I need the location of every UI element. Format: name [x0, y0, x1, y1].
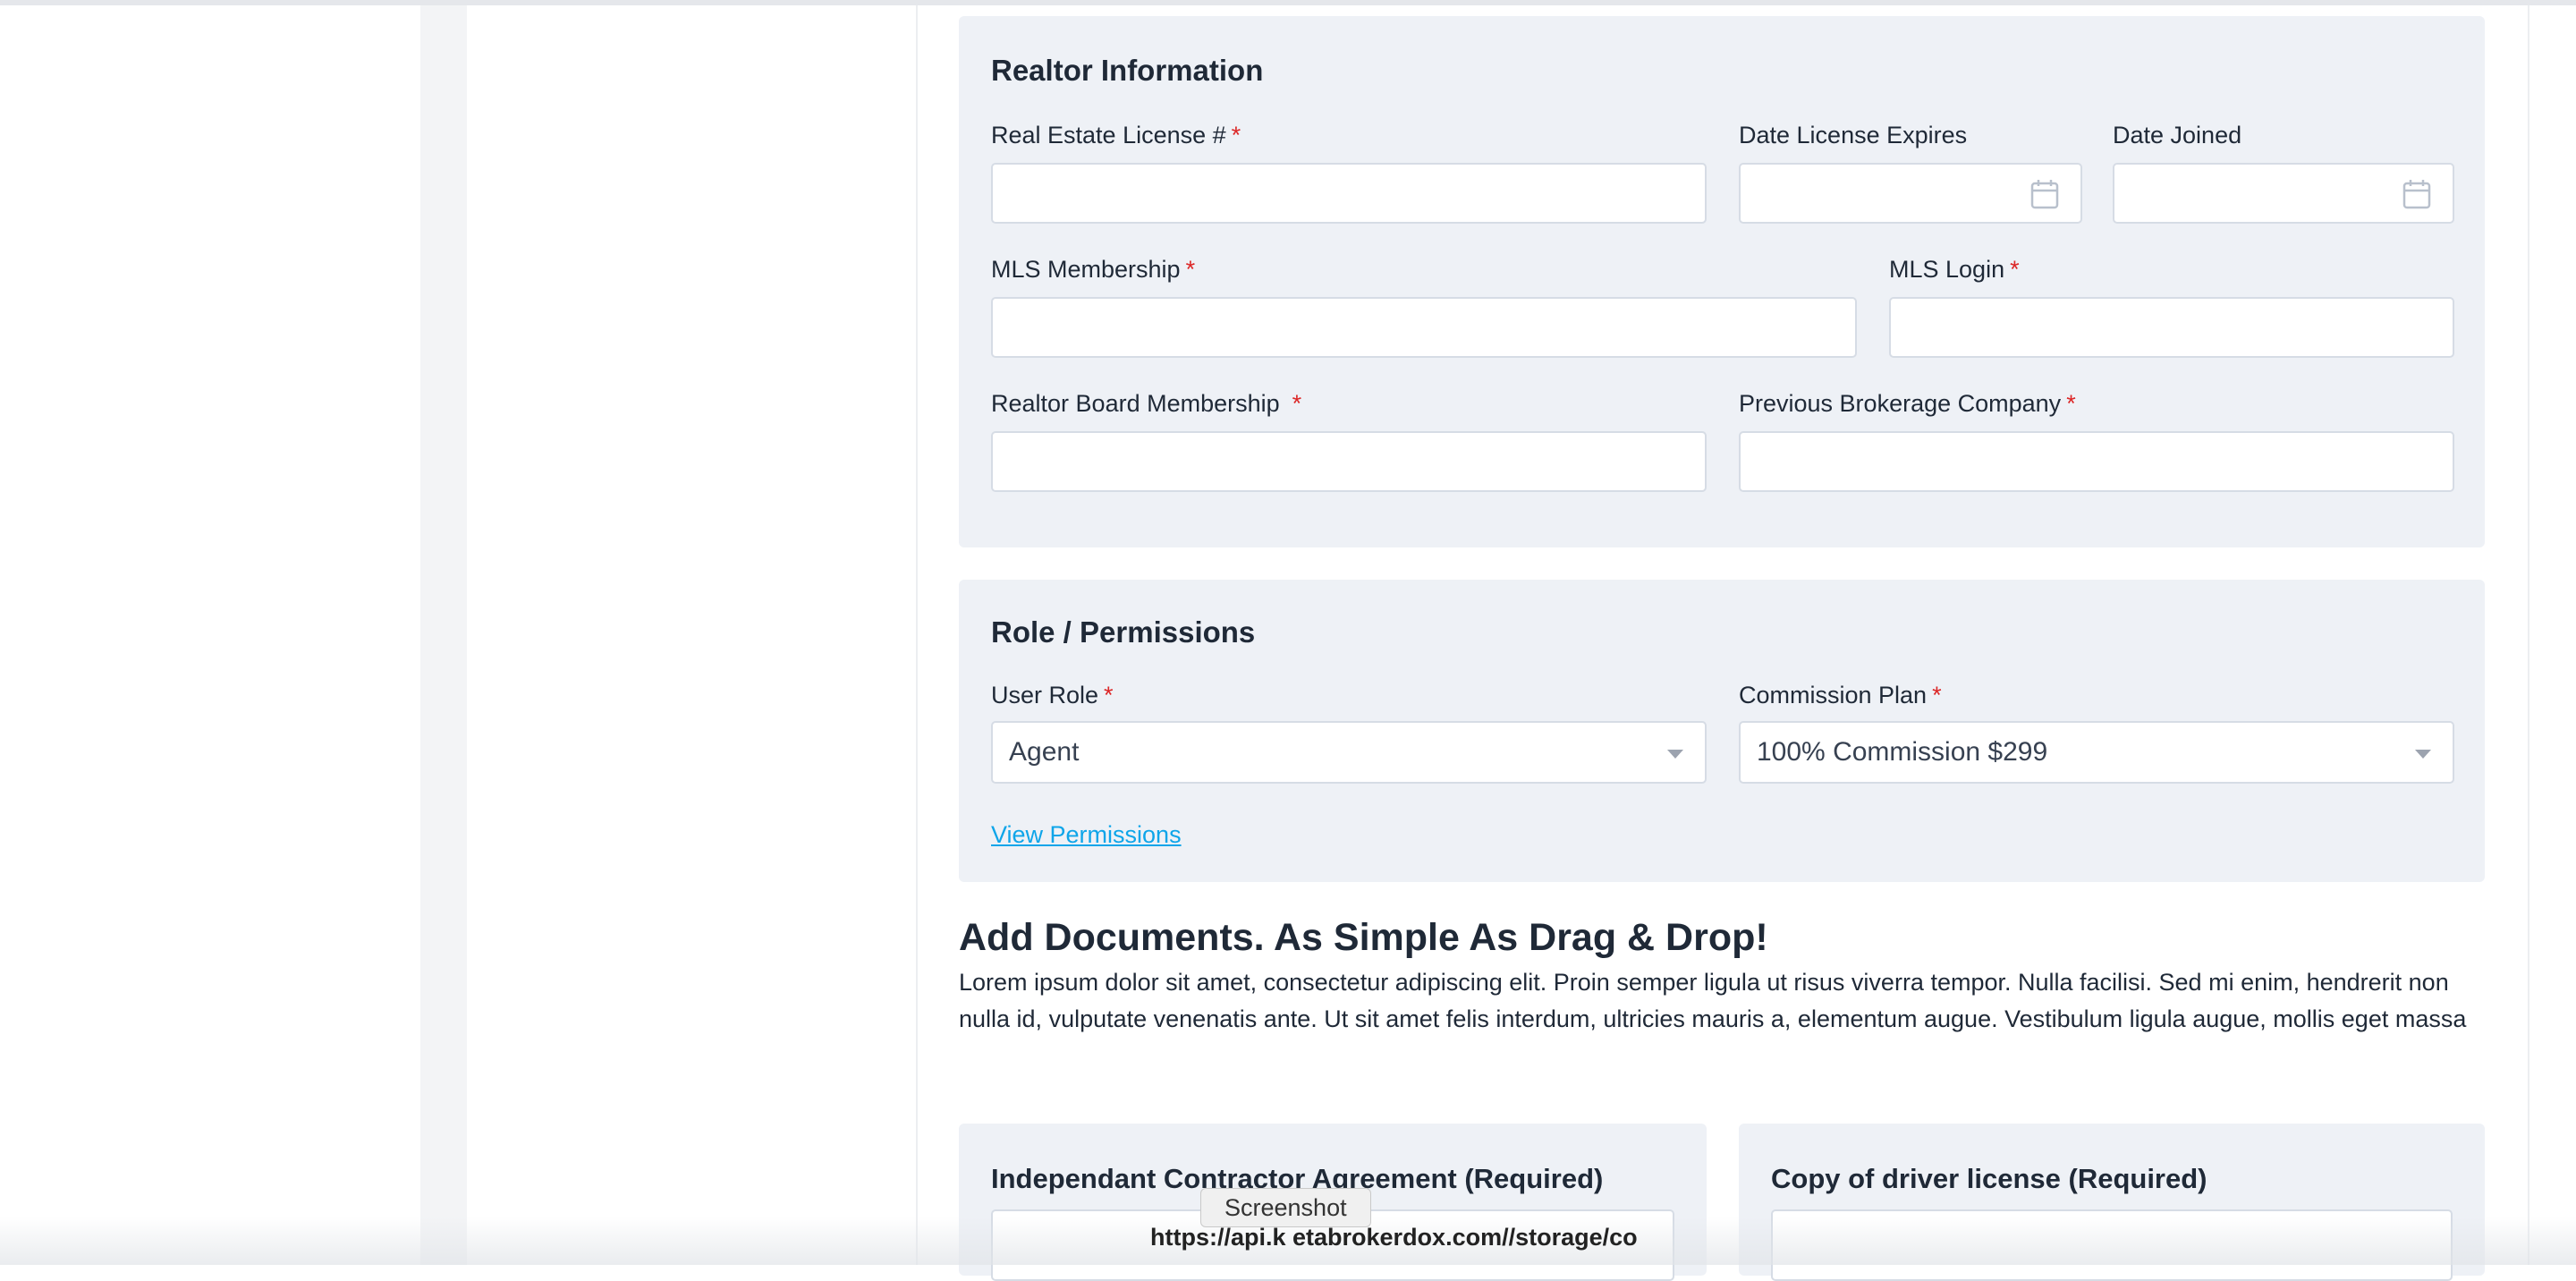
mls-login-input[interactable] [1889, 297, 2454, 358]
required-mark: * [2066, 390, 2076, 417]
chevron-down-icon [1667, 750, 1683, 759]
mls-login-label: MLS Login * [1889, 256, 2020, 283]
screenshot-tooltip: Screenshot [1200, 1188, 1371, 1227]
user-role-select[interactable]: Agent [991, 721, 1707, 784]
realtor-information-panel: Realtor Information Real Estate License … [959, 16, 2485, 547]
required-mark: * [1104, 682, 1114, 708]
side-column [467, 5, 918, 1265]
role-permissions-panel: Role / Permissions User Role * Agent Comm… [959, 580, 2485, 882]
documents-heading: Add Documents. As Simple As Drag & Drop! [959, 916, 1768, 959]
role-permissions-title: Role / Permissions [991, 615, 1256, 649]
date-joined-input[interactable] [2113, 163, 2454, 224]
main-content: Realtor Information Real Estate License … [918, 5, 2528, 1281]
board-membership-label: Realtor Board Membership * [991, 390, 1302, 417]
mls-membership-label: MLS Membership * [991, 256, 1196, 283]
chevron-down-icon [2415, 750, 2431, 759]
license-expires-input[interactable] [1739, 163, 2082, 224]
user-role-selected-value: Agent [1009, 737, 1080, 767]
view-permissions-link[interactable]: View Permissions [991, 821, 1182, 849]
commission-plan-selected-value: 100% Commission $299 [1757, 737, 2048, 767]
calendar-icon[interactable] [2402, 179, 2431, 209]
commission-plan-label: Commission Plan * [1739, 682, 1942, 708]
user-role-label: User Role * [991, 682, 1114, 708]
required-mark: * [1292, 390, 1302, 417]
driver-license-card[interactable]: Copy of driver license (Required) [1739, 1124, 2485, 1281]
board-membership-input[interactable] [991, 431, 1707, 492]
required-mark: * [1231, 122, 1241, 148]
date-joined-label: Date Joined [2113, 122, 2242, 148]
required-mark: * [1185, 256, 1196, 283]
previous-brokerage-input[interactable] [1739, 431, 2454, 492]
calendar-icon[interactable] [2030, 179, 2059, 209]
mls-membership-input[interactable] [991, 297, 1857, 358]
driver-license-title: Copy of driver license (Required) [1771, 1163, 2207, 1194]
right-gutter [2528, 5, 2576, 1265]
required-mark: * [2010, 256, 2020, 283]
required-mark: * [1932, 682, 1942, 708]
license-label: Real Estate License # * [991, 122, 1241, 148]
driver-license-dropzone[interactable] [1771, 1209, 2453, 1281]
realtor-information-title: Realtor Information [991, 54, 1264, 87]
left-gutter [420, 5, 467, 1265]
left-blank-pane [0, 5, 420, 1265]
storage-url-text: https://api.k etabrokerdox.com//storage/… [1150, 1224, 1638, 1251]
documents-description: Lorem ipsum dolor sit amet, consectetur … [959, 969, 2467, 1032]
previous-brokerage-label: Previous Brokerage Company * [1739, 390, 2076, 417]
license-expires-label: Date License Expires [1739, 122, 1968, 148]
license-input[interactable] [991, 163, 1707, 224]
commission-plan-select[interactable]: 100% Commission $299 [1739, 721, 2454, 784]
